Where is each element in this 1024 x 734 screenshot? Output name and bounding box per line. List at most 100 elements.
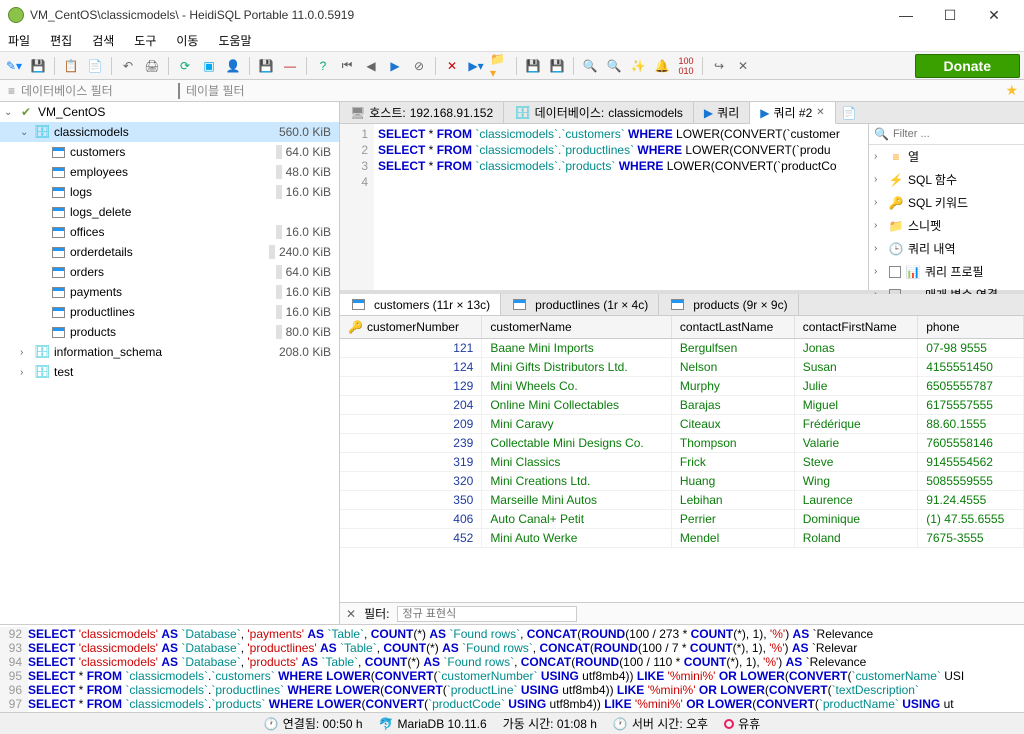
table-row[interactable]: 406Auto Canal+ PetitPerrierDominique(1) … [340, 510, 1024, 529]
pen-icon[interactable]: ✎▾ [4, 56, 24, 76]
zoom-icon[interactable]: 🔍 [580, 56, 600, 76]
cell[interactable]: Lebihan [671, 491, 794, 510]
cell[interactable]: Laurence [794, 491, 918, 510]
editor-code[interactable]: SELECT * FROM `classicmodels`.`customers… [374, 124, 868, 290]
cell[interactable]: Wing [794, 472, 918, 491]
tree-table-employees[interactable]: employees48.0 KiB [0, 162, 339, 182]
column-header[interactable]: contactFirstName [794, 316, 918, 339]
stop-icon[interactable]: ⊘ [409, 56, 429, 76]
next-icon[interactable]: ▶ [385, 56, 405, 76]
tree-table-orderdetails[interactable]: orderdetails240.0 KiB [0, 242, 339, 262]
cell[interactable]: Mini Caravy [482, 415, 672, 434]
sql-editor[interactable]: 1234 SELECT * FROM `classicmodels`.`cust… [340, 124, 868, 290]
cell[interactable]: 7675-3555 [918, 529, 1024, 548]
forward-icon[interactable]: ↪ [709, 56, 729, 76]
first-icon[interactable]: ⏮ [337, 56, 357, 76]
filter-db-label[interactable]: 데이터베이스 필터 [21, 82, 113, 99]
cell[interactable]: Online Mini Collectables [482, 396, 672, 415]
tree-table-customers[interactable]: customers64.0 KiB [0, 142, 339, 162]
cell[interactable]: Citeaux [671, 415, 794, 434]
cell[interactable]: 129 [340, 377, 482, 396]
cell[interactable]: 319 [340, 453, 482, 472]
result-tab[interactable]: productlines (1r × 4c) [501, 294, 659, 315]
cell[interactable]: 6505555787 [918, 377, 1024, 396]
cell[interactable]: Murphy [671, 377, 794, 396]
table-row[interactable]: 350Marseille Mini AutosLebihanLaurence 9… [340, 491, 1024, 510]
tree-table-offices[interactable]: offices16.0 KiB [0, 222, 339, 242]
column-header[interactable]: phone [918, 316, 1024, 339]
cell[interactable]: (1) 47.55.6555 [918, 510, 1024, 529]
close-tab-icon[interactable]: ✕ [816, 107, 824, 118]
cell[interactable]: 6175557555 [918, 396, 1024, 415]
folder-icon[interactable]: 📁▾ [490, 56, 510, 76]
cell[interactable]: Valarie [794, 434, 918, 453]
cell[interactable]: Mini Classics [482, 453, 672, 472]
person-icon[interactable]: 👤 [223, 56, 243, 76]
print-icon[interactable]: 🖨 [142, 56, 162, 76]
save2-icon[interactable]: 💾 [256, 56, 276, 76]
disk2-icon[interactable]: 💾 [547, 56, 567, 76]
run-icon-blue[interactable]: ▣ [199, 56, 219, 76]
menu-search[interactable]: 검색 [88, 30, 118, 51]
cell[interactable]: Frédérique [794, 415, 918, 434]
cell[interactable]: Dominique [794, 510, 918, 529]
zoom2-icon[interactable]: 🔍 [604, 56, 624, 76]
copy-icon[interactable]: 📋 [61, 56, 81, 76]
help-icon[interactable]: ? [313, 56, 333, 76]
tree-db-classicmodels[interactable]: ⌄ 🗄 classicmodels 560.0 KiB [0, 122, 339, 142]
cell[interactable]: Perrier [671, 510, 794, 529]
cell[interactable]: Susan [794, 358, 918, 377]
menu-help[interactable]: 도움말 [214, 30, 255, 51]
tree-db-test[interactable]: ›🗄test [0, 362, 339, 382]
filter-input[interactable] [397, 606, 577, 622]
cell[interactable]: 9145554562 [918, 453, 1024, 472]
tree-db-information_schema[interactable]: ›🗄information_schema208.0 KiB [0, 342, 339, 362]
sidebar-item[interactable]: ›⚡SQL 함수 [869, 168, 1024, 191]
cell[interactable]: Nelson [671, 358, 794, 377]
table-row[interactable]: 129Mini Wheels Co.MurphyJulie6505555787 [340, 377, 1024, 396]
cell[interactable]: 204 [340, 396, 482, 415]
table-row[interactable]: 121Baane Mini ImportsBergulfsenJonas 07-… [340, 339, 1024, 358]
tree-table-productlines[interactable]: productlines16.0 KiB [0, 302, 339, 322]
close-filter-icon[interactable]: ✕ [346, 607, 356, 621]
refresh-icon[interactable]: ⟳ [175, 56, 195, 76]
table-row[interactable]: 204Online Mini CollectablesBarajasMiguel… [340, 396, 1024, 415]
star-icon[interactable]: ★ [1005, 82, 1018, 99]
chart-icon[interactable]: — [280, 56, 300, 76]
cell[interactable]: 121 [340, 339, 482, 358]
donate-button[interactable]: Donate [915, 54, 1020, 78]
result-tab[interactable]: products (9r × 9c) [659, 294, 798, 315]
cell[interactable]: Mini Creations Ltd. [482, 472, 672, 491]
cancel-icon[interactable]: ✕ [442, 56, 462, 76]
result-grid[interactable]: 🔑customerNumbercustomerNamecontactLastNa… [340, 316, 1024, 602]
sidebar-filter-input[interactable] [893, 128, 1019, 140]
cell[interactable]: Marseille Mini Autos [482, 491, 672, 510]
disk-icon[interactable]: 💾 [523, 56, 543, 76]
cell[interactable]: 320 [340, 472, 482, 491]
sidebar-item[interactable]: ›🕒쿼리 내역 [869, 237, 1024, 260]
cell[interactable]: 209 [340, 415, 482, 434]
table-row[interactable]: 320Mini Creations Ltd.HuangWing508555955… [340, 472, 1024, 491]
tree-table-products[interactable]: products80.0 KiB [0, 322, 339, 342]
sidebar-item[interactable]: ›📁스니펫 [869, 214, 1024, 237]
tab-query2[interactable]: ▶ 쿼리 #2 ✕ [750, 102, 835, 124]
sidebar-item[interactable]: ›≡열 [869, 145, 1024, 168]
menu-tools[interactable]: 도구 [130, 30, 160, 51]
column-header[interactable]: 🔑customerNumber [340, 316, 482, 339]
cell[interactable]: Baane Mini Imports [482, 339, 672, 358]
undo-icon[interactable]: ↶ [118, 56, 138, 76]
cell[interactable]: 7605558146 [918, 434, 1024, 453]
play-icon[interactable]: ▶▾ [466, 56, 486, 76]
cell[interactable]: Auto Canal+ Petit [482, 510, 672, 529]
cell[interactable]: 239 [340, 434, 482, 453]
column-header[interactable]: contactLastName [671, 316, 794, 339]
tab-host[interactable]: 🖥 호스트: 192.168.91.152 [340, 102, 504, 124]
close2-icon[interactable]: ✕ [733, 56, 753, 76]
add-tab-button[interactable]: 📄 [836, 106, 863, 120]
save-icon[interactable]: 💾 [28, 56, 48, 76]
cell[interactable]: Miguel [794, 396, 918, 415]
cell[interactable]: Steve [794, 453, 918, 472]
cell[interactable]: 88.60.1555 [918, 415, 1024, 434]
cell[interactable]: Huang [671, 472, 794, 491]
tab-database[interactable]: 🗄 데이터베이스: classicmodels [504, 102, 694, 124]
